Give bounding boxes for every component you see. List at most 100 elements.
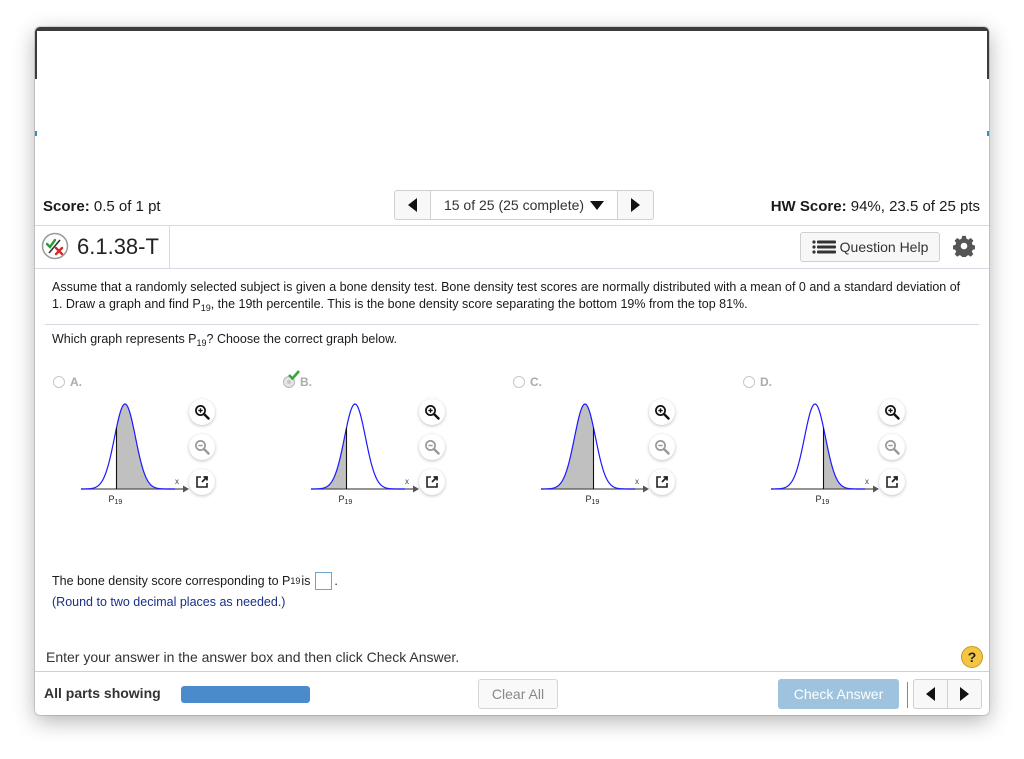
prompt-subscript: 19 [200, 303, 211, 313]
normal-distribution-graph: x P19 [540, 403, 649, 506]
option-letter: C. [530, 375, 542, 389]
footer-bar: All parts showing Clear All Check Answer [35, 671, 989, 715]
zoom-in-icon [655, 405, 670, 420]
popout-icon [886, 476, 898, 488]
answer-option[interactable]: C. x P19 [513, 375, 743, 530]
sub-question-subscript: 19 [196, 338, 207, 348]
window-side-border [987, 31, 989, 79]
help-symbol: ? [967, 649, 977, 665]
zoom-in-icon [425, 405, 440, 420]
clear-all-button[interactable]: Clear All [478, 679, 558, 709]
score-label: Score: [43, 198, 90, 215]
question-help-button[interactable]: Question Help [800, 232, 940, 262]
sub-question-text: ? Choose the correct graph below. [206, 332, 397, 346]
caret-down-icon [590, 200, 605, 210]
option-letter: D. [760, 375, 772, 389]
zoom-out-icon [885, 440, 900, 455]
zoom-in-button[interactable] [879, 399, 905, 425]
question-help-label: Question Help [839, 239, 929, 255]
zoom-out-button[interactable] [189, 434, 215, 460]
percentile-label: P19 [109, 494, 123, 506]
gear-icon[interactable] [953, 235, 975, 257]
option-letter: B. [300, 375, 312, 389]
hw-score: HW Score: 94%, 23.5 of 25 pts [771, 198, 980, 215]
answer-option[interactable]: A. x P19 [53, 375, 283, 530]
option-header: A. [53, 375, 82, 389]
zoom-out-icon [195, 440, 210, 455]
zoom-in-icon [885, 405, 900, 420]
window-side-border [35, 31, 37, 79]
axis-label: x [175, 477, 179, 486]
answer-subscript: 19 [290, 576, 301, 586]
zoom-in-button[interactable] [649, 399, 675, 425]
option-radio[interactable] [53, 376, 65, 388]
arrow-left-icon [926, 687, 935, 701]
previous-question-button[interactable] [914, 680, 948, 708]
popout-icon [656, 476, 668, 488]
zoom-out-button[interactable] [879, 434, 905, 460]
option-header: B. [283, 370, 312, 389]
popout-icon [196, 476, 208, 488]
arrow-right-icon [960, 687, 969, 701]
question-select-dropdown[interactable]: 15 of 25 (25 complete) [431, 191, 617, 219]
zoom-in-button[interactable] [189, 399, 215, 425]
popout-button[interactable] [879, 469, 905, 495]
sub-question-text: Which graph represents P [52, 332, 197, 346]
partial-credit-icon [41, 232, 69, 260]
zoom-out-icon [655, 440, 670, 455]
axis-label: x [865, 477, 869, 486]
answer-suffix: . [334, 574, 338, 588]
question-nav-label: 15 of 25 (25 complete) [443, 197, 585, 213]
score: Score: 0.5 of 1 pt [43, 198, 161, 215]
list-icon [812, 240, 836, 254]
previous-question-button[interactable] [395, 191, 431, 219]
answer-text: is [301, 574, 311, 588]
popout-button[interactable] [189, 469, 215, 495]
normal-distribution-graph: x P19 [770, 403, 879, 506]
instruction-hint: Enter your answer in the answer box and … [46, 649, 460, 665]
arrow-left-icon [408, 198, 417, 212]
option-radio[interactable] [513, 376, 525, 388]
answer-input[interactable] [315, 572, 333, 590]
answer-option[interactable]: D. x P19 [743, 375, 973, 530]
zoom-in-button[interactable] [419, 399, 445, 425]
check-answer-button[interactable]: Check Answer [778, 679, 899, 709]
shaded-area [541, 404, 594, 489]
x-axis-arrow-icon [643, 485, 649, 493]
answer-option[interactable]: B. x P19 [283, 370, 513, 530]
shaded-area [311, 427, 347, 489]
divider [907, 682, 908, 708]
question-id: 6.1.38-T [77, 234, 159, 259]
hw-score-label: HW Score: [770, 198, 847, 215]
score-value: 0.5 of 1 pt [93, 198, 161, 215]
axis-label: x [635, 477, 639, 486]
question-content: Assume that a randomly selected subject … [35, 269, 989, 669]
normal-curve [310, 403, 405, 490]
zoom-out-button[interactable] [419, 434, 445, 460]
normal-distribution-graph: x P19 [80, 403, 189, 506]
popout-button[interactable] [419, 469, 445, 495]
option-header: D. [743, 375, 772, 389]
parts-progress-bar [181, 686, 310, 703]
divider [169, 226, 170, 268]
x-axis-arrow-icon [183, 485, 189, 493]
help-icon[interactable]: ? [961, 646, 983, 668]
zoom-in-icon [195, 405, 210, 420]
percentile-label: P19 [339, 494, 353, 506]
option-radio[interactable] [743, 376, 755, 388]
popout-button[interactable] [649, 469, 675, 495]
option-letter: A. [70, 375, 82, 389]
answer-text: The bone density score corresponding to … [52, 574, 291, 588]
normal-distribution-graph: x P19 [310, 403, 419, 506]
next-question-button[interactable] [617, 191, 653, 219]
percentile-label: P19 [586, 494, 600, 506]
zoom-out-button[interactable] [649, 434, 675, 460]
next-question-button[interactable] [948, 680, 981, 708]
x-axis-arrow-icon [873, 485, 879, 493]
edge-marker [35, 131, 37, 136]
x-axis-arrow-icon [413, 485, 419, 493]
score-bar: Score: 0.5 of 1 pt 15 of 25 (25 complete… [35, 185, 989, 226]
window-top-border [35, 27, 989, 31]
sub-question: Which graph represents P19? Choose the c… [52, 332, 397, 348]
normal-curve [770, 403, 865, 490]
